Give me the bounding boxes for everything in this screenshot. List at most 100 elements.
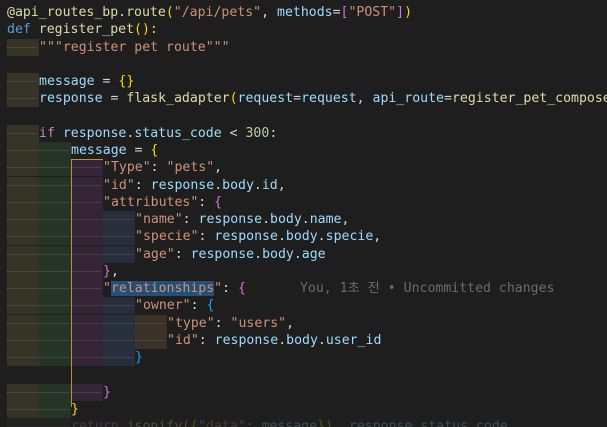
whitespace-dots bbox=[39, 288, 69, 290]
code-text: def register_pet(): bbox=[7, 22, 158, 37]
code-line[interactable] bbox=[7, 56, 607, 73]
indent-guide bbox=[103, 211, 135, 228]
whitespace-dots bbox=[39, 201, 69, 204]
code-line[interactable]: "relationships": {You, 1초 전 • Uncommitte… bbox=[7, 280, 607, 297]
whitespace-dots bbox=[103, 253, 133, 256]
code-token: response bbox=[190, 246, 255, 262]
indent-guide bbox=[39, 280, 71, 297]
code-line[interactable]: message = { bbox=[7, 142, 607, 159]
code-text: } bbox=[135, 350, 143, 365]
code-text: "specie": response.body.specie, bbox=[135, 229, 381, 244]
code-line[interactable]: "name": response.body.name, bbox=[7, 211, 607, 228]
code-token: } bbox=[71, 401, 79, 417]
code-token: , bbox=[277, 177, 286, 193]
indent-guide bbox=[71, 159, 103, 177]
code-line[interactable]: "age": response.body.age bbox=[7, 245, 607, 263]
code-line[interactable]: response = flask_adapter(request=request… bbox=[7, 90, 607, 108]
code-line[interactable]: @api_routes_bp.route("/api/pets", method… bbox=[7, 4, 607, 21]
indent-guide bbox=[7, 211, 39, 228]
code-token: { bbox=[150, 143, 159, 158]
whitespace-dots bbox=[71, 391, 101, 394]
code-line[interactable]: } bbox=[7, 349, 607, 366]
code-text: } bbox=[103, 385, 111, 400]
code-token: user_id bbox=[325, 332, 382, 348]
indent-guide bbox=[103, 314, 135, 332]
code-line[interactable]: "owner": { bbox=[7, 297, 607, 315]
code-token: response bbox=[214, 229, 278, 245]
whitespace-dots bbox=[7, 236, 37, 238]
code-line[interactable]: if response.status_code < 300: bbox=[7, 124, 607, 142]
code-token: response bbox=[39, 91, 103, 107]
code-line[interactable]: } bbox=[7, 383, 607, 401]
code-line[interactable]: }, bbox=[7, 262, 607, 280]
indent-guide bbox=[7, 142, 39, 159]
code-token: body bbox=[286, 332, 318, 348]
code-token: : bbox=[198, 332, 215, 348]
code-token: } bbox=[135, 350, 143, 365]
whitespace-dots bbox=[71, 167, 101, 169]
code-token: "data" bbox=[198, 419, 246, 427]
code-line[interactable]: "type": "users", bbox=[7, 314, 607, 332]
code-token: body bbox=[222, 177, 254, 193]
code-line[interactable] bbox=[7, 108, 607, 125]
code-text: @api_routes_bp.route("/api/pets", method… bbox=[7, 5, 412, 20]
whitespace-dots bbox=[71, 253, 101, 256]
code-token: register_pet_compose bbox=[451, 91, 607, 107]
code-token: "id" bbox=[167, 332, 199, 348]
indent-guide bbox=[39, 142, 71, 159]
code-text: "name": response.body.name, bbox=[135, 212, 349, 227]
indent-guide bbox=[39, 193, 71, 211]
code-token: """register pet route""" bbox=[39, 39, 230, 55]
code-line[interactable]: "id": response.body.id, bbox=[7, 176, 607, 194]
code-editor[interactable]: @api_routes_bp.route("/api/pets", method… bbox=[0, 0, 607, 427]
whitespace-dots bbox=[7, 357, 37, 359]
whitespace-dots bbox=[39, 322, 69, 325]
selected-token: relationships bbox=[110, 281, 215, 296]
code-token: = bbox=[293, 91, 302, 107]
indent-guide bbox=[103, 331, 135, 349]
code-token: ( bbox=[165, 5, 174, 20]
code-line[interactable]: """register pet route""" bbox=[7, 38, 607, 56]
indent-guide bbox=[71, 245, 103, 263]
code-token: . bbox=[301, 212, 310, 227]
code-line[interactable] bbox=[7, 366, 607, 383]
code-line[interactable]: "Type": "pets", bbox=[7, 159, 607, 177]
code-text: if response.status_code < 300: bbox=[39, 126, 277, 141]
code-token: { bbox=[238, 281, 246, 296]
whitespace-dots bbox=[7, 98, 37, 100]
code-line[interactable]: def register_pet(): bbox=[7, 21, 607, 38]
code-token: = bbox=[102, 91, 127, 107]
code-token: "POST" bbox=[348, 5, 397, 20]
code-token: "specie" bbox=[135, 229, 199, 245]
whitespace-dots bbox=[39, 219, 69, 221]
code-token: age bbox=[301, 246, 326, 262]
code-line[interactable]: "specie": response.body.specie, bbox=[7, 228, 607, 246]
code-line[interactable]: return jsonify({"data": message}), respo… bbox=[7, 418, 607, 427]
code-token: "name" bbox=[135, 212, 183, 227]
whitespace-dots bbox=[71, 236, 101, 238]
code-token: }), bbox=[317, 419, 349, 427]
code-token: response bbox=[198, 212, 263, 227]
code-line[interactable]: "attributes": { bbox=[7, 193, 607, 211]
whitespace-dots bbox=[71, 339, 101, 342]
indent-guide bbox=[39, 211, 71, 228]
indent-guide bbox=[7, 176, 39, 194]
code-token: : bbox=[182, 212, 199, 227]
code-token: request bbox=[237, 91, 294, 107]
whitespace-dots bbox=[39, 339, 69, 342]
indent-guide bbox=[7, 245, 39, 263]
indent-guide bbox=[7, 418, 39, 427]
code-line[interactable]: message = {} bbox=[7, 73, 607, 90]
code-line[interactable]: "id": response.body.user_id bbox=[7, 331, 607, 349]
indent-guide bbox=[71, 314, 103, 332]
code-token: " bbox=[103, 281, 111, 296]
code-token: . bbox=[262, 212, 271, 227]
code-text: }, bbox=[103, 264, 119, 279]
indent-guide bbox=[71, 211, 103, 228]
whitespace-dots bbox=[71, 322, 101, 325]
indent-guide bbox=[7, 193, 39, 211]
code-text: message = { bbox=[71, 143, 158, 158]
code-line[interactable]: } bbox=[7, 400, 607, 418]
whitespace-dots bbox=[103, 219, 133, 221]
whitespace-dots bbox=[7, 167, 37, 169]
